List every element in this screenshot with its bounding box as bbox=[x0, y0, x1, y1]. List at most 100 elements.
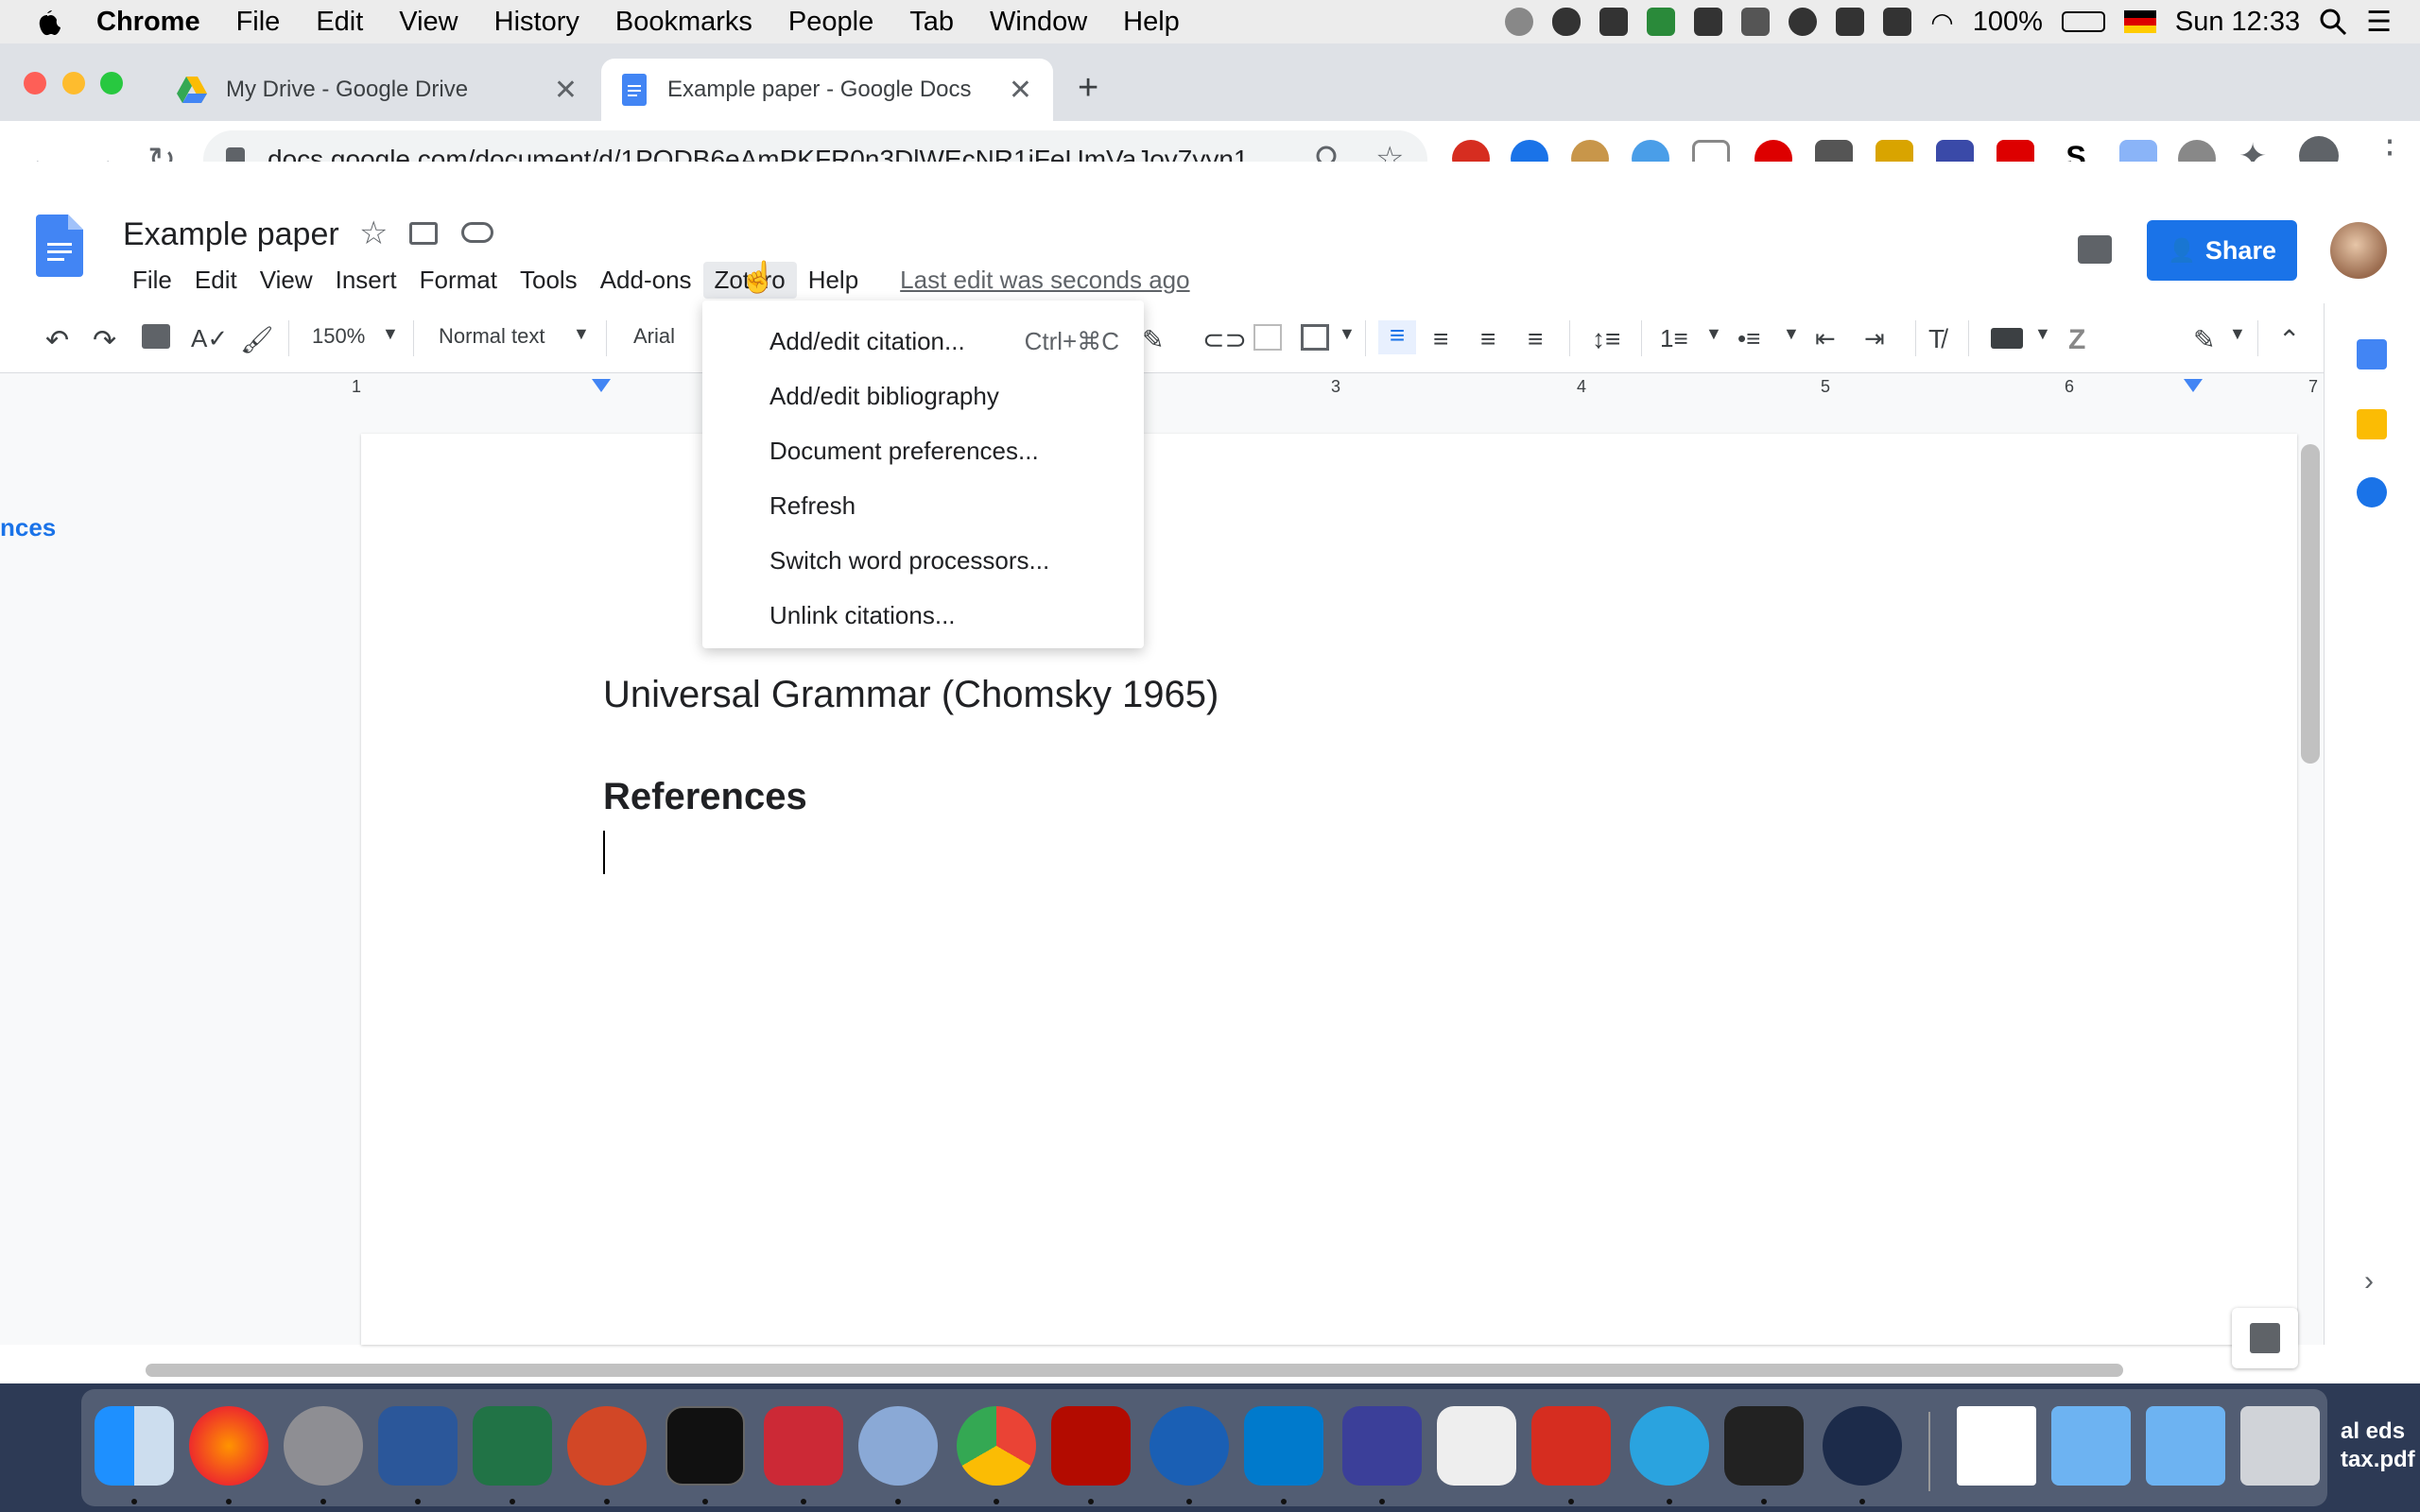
align-left-icon[interactable]: ≡ bbox=[1378, 320, 1416, 354]
line-spacing-icon[interactable]: ↕≡ bbox=[1592, 324, 1620, 354]
firefox-icon[interactable] bbox=[189, 1406, 268, 1486]
quicktime-icon[interactable] bbox=[1823, 1406, 1902, 1486]
applications-folder-icon[interactable] bbox=[2051, 1406, 2131, 1486]
document-title[interactable]: Example paper bbox=[123, 216, 339, 253]
explore-button[interactable] bbox=[2232, 1308, 2298, 1368]
docs-menu-format[interactable]: Format bbox=[408, 262, 509, 299]
text-file-icon[interactable] bbox=[1437, 1406, 1516, 1486]
acrobat-icon[interactable] bbox=[1051, 1406, 1131, 1486]
zotero-z-icon[interactable]: Z bbox=[2068, 324, 2085, 356]
share-button[interactable]: 👤 Share bbox=[2147, 220, 2297, 281]
menu-tab[interactable]: Tab bbox=[909, 7, 954, 38]
inkscape-icon[interactable] bbox=[1724, 1406, 1804, 1486]
minimize-window-button[interactable] bbox=[62, 72, 85, 94]
left-indent-marker[interactable] bbox=[592, 379, 611, 392]
finder-icon[interactable] bbox=[95, 1406, 174, 1486]
cloud-saved-icon[interactable] bbox=[461, 222, 493, 243]
record-icon[interactable] bbox=[1505, 8, 1534, 36]
headphones-icon[interactable] bbox=[1741, 8, 1771, 36]
menu-people[interactable]: People bbox=[788, 7, 873, 38]
bbedit-icon[interactable] bbox=[1342, 1406, 1422, 1486]
apple-icon[interactable] bbox=[34, 7, 60, 37]
tasks-icon[interactable] bbox=[2357, 477, 2387, 507]
docs-logo-icon[interactable] bbox=[36, 215, 83, 277]
print-icon[interactable] bbox=[142, 324, 170, 349]
insert-image-icon[interactable] bbox=[1301, 324, 1329, 351]
increase-indent-icon[interactable]: ⇥ bbox=[1864, 324, 1885, 353]
shield-icon[interactable] bbox=[1531, 1406, 1611, 1486]
shared-folder-icon[interactable] bbox=[2146, 1406, 2225, 1486]
star-icon[interactable]: ☆ bbox=[359, 215, 388, 252]
clear-formatting-icon[interactable]: T̸ bbox=[1928, 324, 1945, 354]
link-icon[interactable]: ⊂⊃ bbox=[1202, 324, 1247, 355]
move-folder-icon[interactable] bbox=[409, 222, 438, 245]
align-right-icon[interactable]: ≡ bbox=[1480, 324, 1495, 354]
undo-icon[interactable]: ↶ bbox=[45, 324, 69, 357]
menu-file[interactable]: File bbox=[236, 7, 281, 38]
menu-bookmarks[interactable]: Bookmarks bbox=[615, 7, 752, 38]
redo-icon[interactable]: ↷ bbox=[93, 324, 116, 357]
chevron-down-icon[interactable]: ▼ bbox=[573, 324, 590, 344]
control-center-icon[interactable]: ☰ bbox=[2366, 6, 2392, 39]
desktop-file-label[interactable]: al eds tax.pdf bbox=[2341, 1418, 2415, 1474]
new-tab-button[interactable]: + bbox=[1078, 68, 1098, 109]
menu-history[interactable]: History bbox=[494, 7, 579, 38]
close-tab-icon[interactable]: ✕ bbox=[554, 74, 578, 107]
calendar-icon[interactable] bbox=[2357, 339, 2387, 369]
chevron-down-icon[interactable]: ▼ bbox=[2034, 324, 2051, 344]
avatar[interactable] bbox=[2330, 222, 2387, 279]
docs-menu-edit[interactable]: Edit bbox=[183, 262, 249, 299]
wifi-icon[interactable]: ◠ bbox=[1930, 7, 1953, 38]
tab-example-paper[interactable]: Example paper - Google Docs ✕ bbox=[601, 59, 1053, 121]
terminal-icon[interactable] bbox=[666, 1406, 745, 1486]
add-comment-icon[interactable] bbox=[1253, 324, 1282, 351]
menu-view[interactable]: View bbox=[399, 7, 458, 38]
highlight-pen-icon[interactable]: ✎ bbox=[1142, 324, 1164, 355]
docs-menu-tools[interactable]: Tools bbox=[509, 262, 589, 299]
r-icon[interactable] bbox=[858, 1406, 938, 1486]
menu-item-add-edit-bibliography[interactable]: Add/edit bibliography bbox=[702, 369, 1144, 423]
document-page[interactable]: Universal Grammar (Chomsky 1965) Referen… bbox=[361, 434, 2297, 1345]
docs-menu-view[interactable]: View bbox=[249, 262, 324, 299]
docs-menu-help[interactable]: Help bbox=[797, 262, 870, 299]
paint-format-icon[interactable]: 🖌 bbox=[240, 324, 274, 355]
keep-icon[interactable] bbox=[2357, 409, 2387, 439]
style-select[interactable]: Normal text bbox=[439, 324, 544, 349]
spellcheck-icon[interactable]: A✓ bbox=[191, 324, 228, 353]
editing-mode-icon[interactable]: ✎ bbox=[2193, 324, 2215, 355]
excel-icon[interactable] bbox=[473, 1406, 552, 1486]
expand-panel-icon[interactable]: › bbox=[2364, 1265, 2374, 1297]
spotlight-search-icon[interactable] bbox=[2319, 8, 2347, 36]
font-select[interactable]: Arial bbox=[633, 324, 675, 349]
cloud-icon[interactable] bbox=[1552, 8, 1582, 36]
horizontal-scrollbar[interactable] bbox=[146, 1364, 2123, 1377]
menu-item-switch-word-processors[interactable]: Switch word processors... bbox=[702, 533, 1144, 588]
outline-label[interactable]: nces bbox=[0, 513, 56, 542]
collapse-icon[interactable]: ⌃ bbox=[2278, 324, 2300, 355]
chevron-down-icon[interactable]: ▼ bbox=[1705, 324, 1722, 344]
keyboard-icon[interactable] bbox=[1991, 328, 2023, 349]
menu-window[interactable]: Window bbox=[990, 7, 1087, 38]
align-center-icon[interactable]: ≡ bbox=[1433, 324, 1448, 354]
right-indent-marker[interactable] bbox=[2184, 379, 2203, 392]
thunderbird-icon[interactable] bbox=[1150, 1406, 1229, 1486]
zotero-icon[interactable] bbox=[764, 1406, 843, 1486]
document-heading[interactable]: References bbox=[603, 776, 807, 818]
memory-icon[interactable] bbox=[1883, 8, 1912, 36]
menu-item-add-edit-citation[interactable]: Add/edit citation... Ctrl+⌘C bbox=[702, 314, 1144, 369]
bulleted-list-icon[interactable]: •≡ bbox=[1737, 324, 1760, 353]
docs-menu-addons[interactable]: Add-ons bbox=[589, 262, 703, 299]
vscode-icon[interactable] bbox=[1244, 1406, 1323, 1486]
dropbox-icon[interactable] bbox=[1599, 8, 1629, 36]
chevron-down-icon[interactable]: ▼ bbox=[2229, 324, 2246, 344]
chevron-down-icon[interactable]: ▼ bbox=[1339, 324, 1356, 344]
check-icon[interactable] bbox=[1789, 8, 1818, 36]
clock[interactable]: Sun 12:33 bbox=[2175, 7, 2300, 38]
trash-icon[interactable] bbox=[2240, 1406, 2320, 1486]
tab-google-drive[interactable]: My Drive - Google Drive ✕ bbox=[156, 59, 598, 121]
menu-edit[interactable]: Edit bbox=[316, 7, 363, 38]
chrome-icon[interactable] bbox=[957, 1406, 1036, 1486]
decrease-indent-icon[interactable]: ⇤ bbox=[1815, 324, 1836, 353]
document-paragraph[interactable]: Universal Grammar (Chomsky 1965) bbox=[603, 674, 1219, 716]
word-icon[interactable] bbox=[378, 1406, 458, 1486]
